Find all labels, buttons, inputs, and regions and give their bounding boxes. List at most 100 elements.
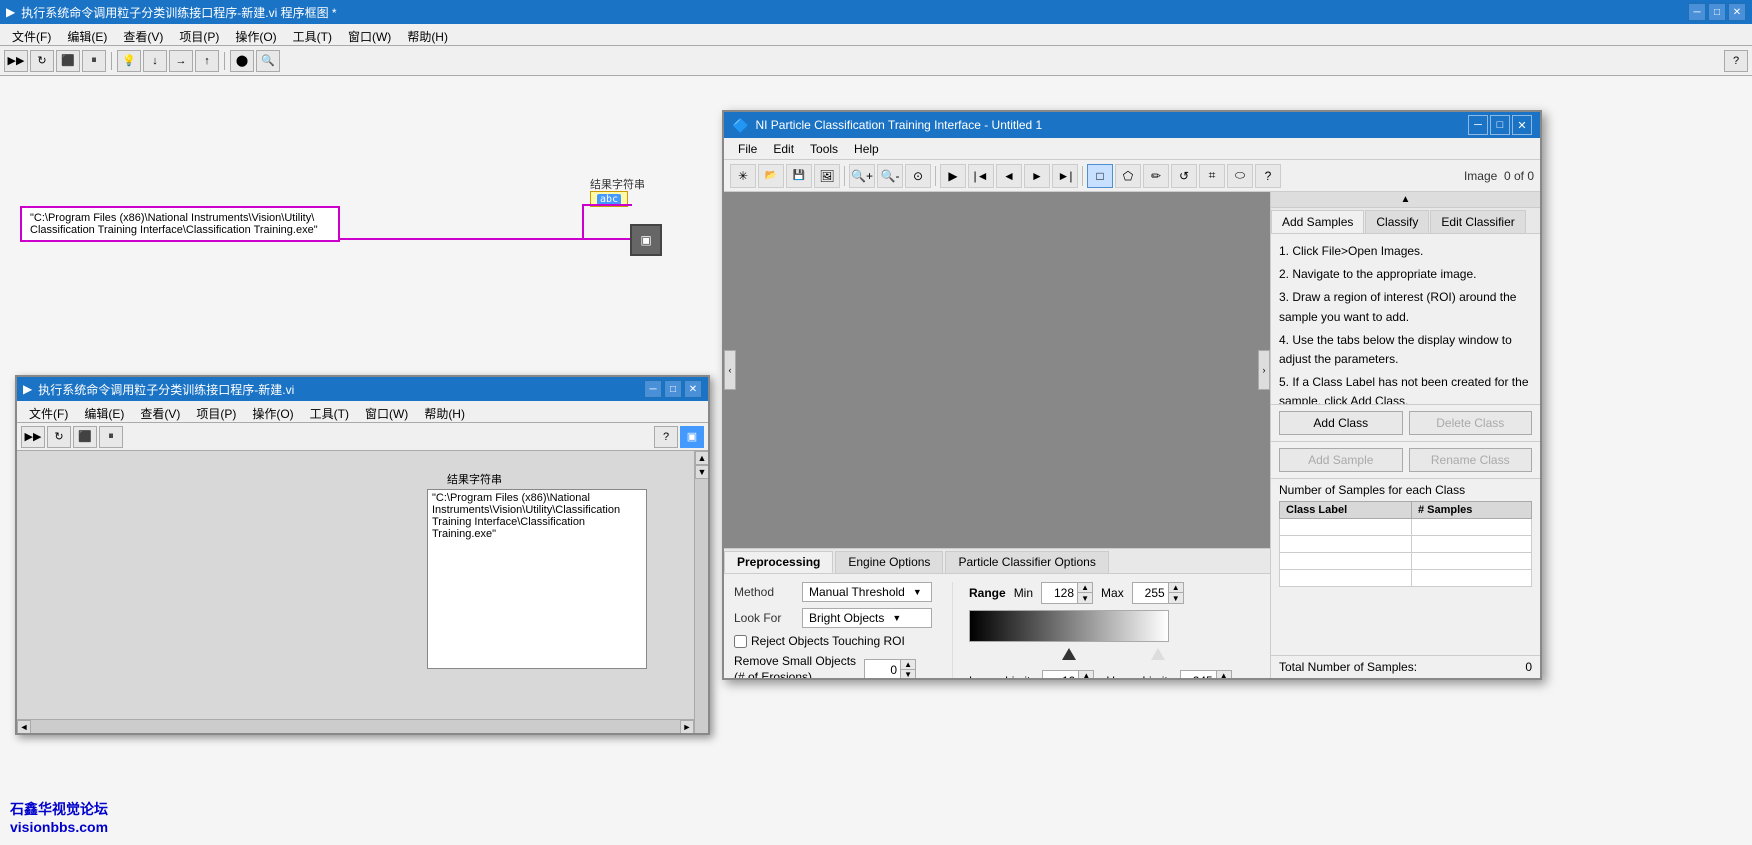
menu-window[interactable]: 窗口(W) <box>340 26 399 43</box>
highlight-btn[interactable]: 💡 <box>117 50 141 72</box>
ni-ellipse-btn[interactable]: ⬭ <box>1227 164 1253 188</box>
sub-close-btn[interactable]: ✕ <box>684 380 702 398</box>
main-maximize-btn[interactable]: □ <box>1708 3 1726 21</box>
sub-scroll-down-btn[interactable]: ▼ <box>695 465 708 479</box>
sub-pause-btn[interactable]: ⏸ <box>99 426 123 448</box>
look-for-select[interactable]: Bright Objects ▼ <box>802 608 932 628</box>
right-scroll-up[interactable]: ▲ <box>1271 192 1540 208</box>
max-up-btn[interactable]: ▲ <box>1169 583 1183 593</box>
help-btn[interactable]: ? <box>1724 50 1748 72</box>
ni-play-btn[interactable]: ▶ <box>940 164 966 188</box>
step-over-btn[interactable]: → <box>169 50 193 72</box>
canvas-collapse-left[interactable]: ‹ <box>724 350 736 390</box>
min-down-btn[interactable]: ▼ <box>1078 593 1092 603</box>
step-into-btn[interactable]: ↓ <box>143 50 167 72</box>
rename-class-btn[interactable]: Rename Class <box>1409 448 1533 472</box>
abort-btn[interactable]: ⬛ <box>56 50 80 72</box>
lower-limit-spinner[interactable]: ▲ ▼ <box>1042 670 1094 678</box>
main-close-btn[interactable]: ✕ <box>1728 3 1746 21</box>
sub-menu-window[interactable]: 窗口(W) <box>357 403 416 420</box>
slider-lower-triangle[interactable] <box>1062 648 1076 660</box>
breakpoint-btn[interactable]: ⬤ <box>230 50 254 72</box>
ni-menu-file[interactable]: File <box>730 140 765 158</box>
string-input-node[interactable]: "C:\Program Files (x86)\National Instrum… <box>20 206 340 242</box>
range-slider-track[interactable] <box>969 648 1169 664</box>
tab-particle-classifier[interactable]: Particle Classifier Options <box>945 551 1108 573</box>
method-select[interactable]: Manual Threshold ▼ <box>802 582 932 602</box>
delete-class-btn[interactable]: Delete Class <box>1409 411 1533 435</box>
ni-menu-tools[interactable]: Tools <box>802 140 846 158</box>
slider-upper-triangle[interactable] <box>1151 648 1165 660</box>
run-continuously-btn[interactable]: ↻ <box>30 50 54 72</box>
add-class-btn[interactable]: Add Class <box>1279 411 1403 435</box>
panel-tab-classify[interactable]: Classify <box>1365 210 1429 233</box>
min-input[interactable] <box>1042 585 1077 601</box>
ni-next-btn[interactable]: ► <box>1024 164 1050 188</box>
add-sample-btn[interactable]: Add Sample <box>1279 448 1403 472</box>
max-input[interactable] <box>1133 585 1168 601</box>
sub-icon-btn[interactable]: ▣ <box>680 426 704 448</box>
ni-save-btn[interactable]: 💾 <box>786 164 812 188</box>
menu-edit[interactable]: 编辑(E) <box>59 26 115 43</box>
ni-prev-btn[interactable]: ◄ <box>996 164 1022 188</box>
ni-rect-roi-btn[interactable]: □ <box>1087 164 1113 188</box>
main-minimize-btn[interactable]: ─ <box>1688 3 1706 21</box>
ni-open-btn[interactable]: 📂 <box>758 164 784 188</box>
lower-up-btn[interactable]: ▲ <box>1079 671 1093 678</box>
sub-menu-help[interactable]: 帮助(H) <box>416 403 473 420</box>
menu-operate[interactable]: 操作(O) <box>227 26 284 43</box>
sub-run-cont-btn[interactable]: ↻ <box>47 426 71 448</box>
ni-minimize-btn[interactable]: ─ <box>1468 115 1488 135</box>
sub-maximize-btn[interactable]: □ <box>664 380 682 398</box>
ni-menu-help[interactable]: Help <box>846 140 887 158</box>
ni-view-btn[interactable]: 🖼 <box>814 164 840 188</box>
step-out-btn[interactable]: ↑ <box>195 50 219 72</box>
sub-menu-view[interactable]: 查看(V) <box>132 403 188 420</box>
upper-up-btn[interactable]: ▲ <box>1217 671 1231 678</box>
canvas-expand-right[interactable]: › <box>1258 350 1270 390</box>
reject-checkbox[interactable] <box>734 635 747 648</box>
ni-zoom-in-btn[interactable]: 🔍+ <box>849 164 875 188</box>
sub-help-btn[interactable]: ? <box>654 426 678 448</box>
ni-menu-edit[interactable]: Edit <box>765 140 802 158</box>
probe-btn[interactable]: 🔍 <box>256 50 280 72</box>
ni-fit-btn[interactable]: ⊙ <box>905 164 931 188</box>
sub-menu-file[interactable]: 文件(F) <box>21 403 76 420</box>
sub-scroll-left-btn[interactable]: ◄ <box>17 720 31 734</box>
sub-abort-btn[interactable]: ⬛ <box>73 426 97 448</box>
ni-maximize-btn[interactable]: □ <box>1490 115 1510 135</box>
sub-hscrollbar[interactable]: ◄ ► <box>17 719 694 733</box>
ni-zoom-out-btn[interactable]: 🔍- <box>877 164 903 188</box>
tab-preprocessing[interactable]: Preprocessing <box>724 551 833 573</box>
ni-rotate-btn[interactable]: ↺ <box>1171 164 1197 188</box>
upper-limit-input[interactable] <box>1181 673 1216 678</box>
sub-run-btn[interactable]: ▶▶ <box>21 426 45 448</box>
sub-scroll-up-btn[interactable]: ▲ <box>695 451 708 465</box>
tab-engine-options[interactable]: Engine Options <box>835 551 943 573</box>
panel-tab-edit-classifier[interactable]: Edit Classifier <box>1430 210 1525 233</box>
ni-close-btn[interactable]: ✕ <box>1512 115 1532 135</box>
sub-menu-project[interactable]: 项目(P) <box>188 403 244 420</box>
sub-menu-tools[interactable]: 工具(T) <box>302 403 357 420</box>
menu-view[interactable]: 查看(V) <box>115 26 171 43</box>
upper-limit-spinner[interactable]: ▲ ▼ <box>1180 670 1232 678</box>
menu-project[interactable]: 项目(P) <box>171 26 227 43</box>
ni-last-btn[interactable]: ►| <box>1052 164 1078 188</box>
menu-help[interactable]: 帮助(H) <box>399 26 456 43</box>
erosion-input[interactable] <box>865 662 900 678</box>
ni-crop-btn[interactable]: ⌗ <box>1199 164 1225 188</box>
menu-tools[interactable]: 工具(T) <box>285 26 340 43</box>
pause-btn[interactable]: ⏸ <box>82 50 106 72</box>
min-up-btn[interactable]: ▲ <box>1078 583 1092 593</box>
menu-file[interactable]: 文件(F) <box>4 26 59 43</box>
ni-freehand-btn[interactable]: ✏ <box>1143 164 1169 188</box>
sub-minimize-btn[interactable]: ─ <box>644 380 662 398</box>
lower-limit-input[interactable] <box>1043 673 1078 678</box>
max-spinner[interactable]: ▲ ▼ <box>1132 582 1184 604</box>
sub-vscrollbar[interactable]: ▲ ▼ <box>694 451 708 733</box>
erosion-up-btn[interactable]: ▲ <box>901 660 915 670</box>
ni-first-btn[interactable]: |◄ <box>968 164 994 188</box>
max-down-btn[interactable]: ▼ <box>1169 593 1183 603</box>
ni-help-btn[interactable]: ? <box>1255 164 1281 188</box>
run-btn[interactable]: ▶▶ <box>4 50 28 72</box>
